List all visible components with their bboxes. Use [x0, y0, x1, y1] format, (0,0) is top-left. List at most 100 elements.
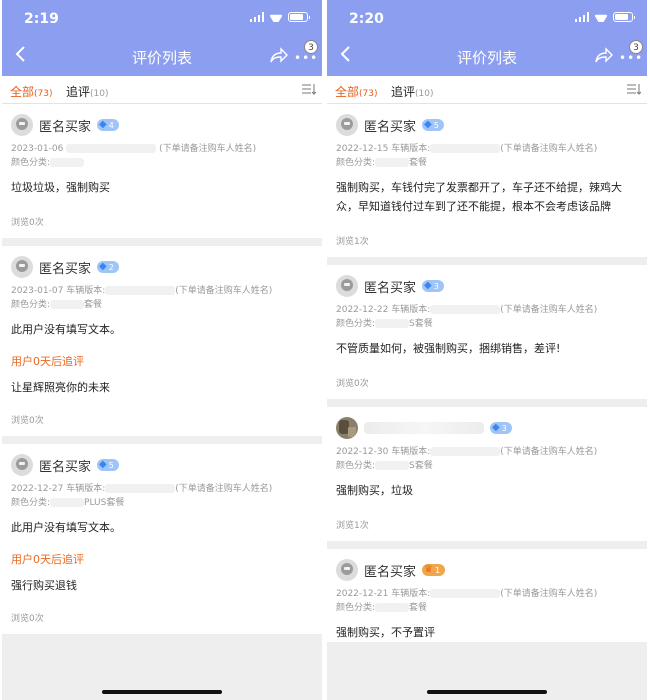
- more-dots: •••: [619, 51, 644, 65]
- sort-icon[interactable]: [627, 84, 642, 95]
- diamond-icon: ◆: [424, 119, 432, 130]
- username: [364, 422, 484, 434]
- more-badge: 3: [304, 40, 318, 54]
- username: 匿名买家: [39, 261, 92, 277]
- review-text: 强制购买，车钱付完了发票都开了，车子还不给提，辣鸡大众，早知道钱付过车到了还不能…: [336, 181, 622, 213]
- wifi-icon: [594, 12, 608, 22]
- view-count: 浏览0次: [336, 379, 369, 389]
- home-indicator: [102, 690, 222, 694]
- clock: 2:20: [349, 11, 384, 27]
- battery-icon: [288, 12, 310, 22]
- view-count: 浏览0次: [11, 416, 44, 426]
- level-badge: ◆ 2: [97, 261, 119, 273]
- follow-up-label: 用户0天后追评: [11, 553, 84, 566]
- level-badge: ◆ 4: [97, 119, 119, 131]
- clock: 2:19: [24, 11, 59, 27]
- share-icon[interactable]: [593, 46, 613, 66]
- review-meta-color: 颜色分类: 套餐: [336, 603, 428, 613]
- more-icon[interactable]: ••• 3: [617, 40, 643, 66]
- review-text: 此用户没有填写文本。: [11, 323, 121, 336]
- view-count: 浏览0次: [11, 614, 44, 624]
- signal-icon: [249, 12, 264, 22]
- signal-icon: [574, 12, 589, 22]
- review-list: 匿名买家 ◆ 5 2022-12-15 车辆版本: (下单请备注购车人姓名) 颜色分…: [327, 104, 647, 650]
- follow-up-text: 强行购买退钱: [11, 579, 77, 592]
- review-meta-color: 颜色分类: PLUS套餐: [11, 498, 125, 508]
- review-text: 垃圾垃圾，强制购买: [11, 181, 110, 194]
- sort-icon[interactable]: [302, 84, 317, 95]
- avatar: [336, 417, 358, 439]
- username: 匿名买家: [364, 280, 417, 296]
- level-badge: ◆ 3: [422, 280, 444, 292]
- avatar: [11, 256, 33, 278]
- username: 匿名买家: [39, 119, 92, 135]
- view-count: 浏览1次: [336, 521, 369, 531]
- follow-up-text: 让星辉照亮你的未来: [11, 381, 110, 394]
- level-badge: ◆ 5: [97, 459, 119, 471]
- review-list: 匿名买家 ◆ 4 2023-01-06 (下单请备注购车人姓名) 颜色分类: 垃圾…: [2, 104, 322, 642]
- review-card[interactable]: 匿名买家 ♛ 1 2022-12-21 车辆版本: (下单请备注购车人姓名) 颜色分…: [327, 549, 647, 642]
- status-bar: 2:19: [2, 0, 322, 36]
- review-meta-color: 颜色分类: 套餐: [336, 158, 428, 168]
- username: 匿名买家: [364, 119, 417, 135]
- avatar: [336, 275, 358, 297]
- review-text: 强制购买，不予置评: [336, 626, 435, 639]
- review-meta-color: 颜色分类: S套餐: [336, 461, 433, 471]
- view-count: 浏览0次: [11, 218, 44, 228]
- diamond-icon: ◆: [99, 119, 107, 130]
- filter-tabs: 全部(73) 追评(10): [327, 76, 647, 104]
- crown-icon: ♛: [424, 564, 433, 575]
- filter-tabs: 全部(73) 追评(10): [2, 76, 322, 104]
- screen-left: 2:19 评价列表 ••• 3 全部(73) 追评(10) 匿名买家 ◆ 4 2…: [2, 0, 322, 700]
- view-count: 浏览1次: [336, 237, 369, 247]
- avatar: [11, 454, 33, 476]
- username: 匿名买家: [364, 564, 417, 580]
- more-badge: 3: [629, 40, 643, 54]
- diamond-icon: ◆: [99, 261, 107, 272]
- more-icon[interactable]: ••• 3: [292, 40, 318, 66]
- review-text: 不管质量如何，被强制购买，捆绑销售，差评!: [336, 342, 561, 355]
- review-meta-version: 2022-12-21 车辆版本: (下单请备注购车人姓名): [336, 589, 598, 599]
- review-card[interactable]: ◆ 3 2022-12-30 车辆版本: (下单请备注购车人姓名) 颜色分类: S套餐…: [327, 407, 647, 541]
- more-dots: •••: [294, 51, 319, 65]
- avatar: [336, 114, 358, 136]
- review-card[interactable]: 匿名买家 ◆ 3 2022-12-22 车辆版本: (下单请备注购车人姓名) 颜色分…: [327, 265, 647, 399]
- screen-right: 2:20 评价列表 ••• 3 全部(73) 追评(10) 匿名买家 ◆ 5 2…: [327, 0, 647, 700]
- share-icon[interactable]: [268, 46, 288, 66]
- home-indicator: [427, 690, 547, 694]
- status-icons: [574, 12, 635, 22]
- review-text: 此用户没有填写文本。: [11, 521, 121, 534]
- diamond-icon: ◆: [424, 280, 432, 291]
- review-meta-version: 2022-12-22 车辆版本: (下单请备注购车人姓名): [336, 305, 598, 315]
- diamond-icon: ◆: [492, 422, 500, 433]
- review-meta-color: 颜色分类:: [11, 156, 313, 170]
- status-icons: [249, 12, 310, 22]
- tab-all[interactable]: 全部(73): [10, 83, 53, 100]
- review-meta-color: 颜色分类: 套餐: [11, 300, 103, 310]
- follow-up-label: 用户0天后追评: [11, 355, 84, 368]
- review-meta-version: 2023-01-06 (下单请备注购车人姓名): [11, 144, 257, 154]
- tab-follow-up[interactable]: 追评(10): [66, 83, 109, 100]
- level-badge: ◆ 5: [422, 119, 444, 131]
- review-meta-version: 2022-12-27 车辆版本: (下单请备注购车人姓名): [11, 484, 273, 494]
- avatar: [336, 559, 358, 581]
- tab-follow-up[interactable]: 追评(10): [391, 83, 434, 100]
- wifi-icon: [269, 12, 283, 22]
- username: 匿名买家: [39, 459, 92, 475]
- diamond-icon: ◆: [99, 459, 107, 470]
- review-card[interactable]: 匿名买家 ◆ 5 2022-12-27 车辆版本: (下单请备注购车人姓名) 颜色分…: [2, 444, 322, 634]
- level-badge: ◆ 3: [490, 422, 512, 434]
- review-card[interactable]: 匿名买家 ◆ 5 2022-12-15 车辆版本: (下单请备注购车人姓名) 颜色分…: [327, 104, 647, 257]
- review-card[interactable]: 匿名买家 ◆ 4 2023-01-06 (下单请备注购车人姓名) 颜色分类: 垃圾…: [2, 104, 322, 238]
- review-card[interactable]: 匿名买家 ◆ 2 2023-01-07 车辆版本: (下单请备注购车人姓名) 颜色分…: [2, 246, 322, 436]
- review-text: 强制购买，垃圾: [336, 484, 413, 497]
- status-bar: 2:20: [327, 0, 647, 36]
- review-meta-version: 2022-12-15 车辆版本: (下单请备注购车人姓名): [336, 144, 598, 154]
- nav-bar: 评价列表 ••• 3: [2, 36, 322, 76]
- level-badge: ♛ 1: [422, 564, 446, 576]
- tab-all[interactable]: 全部(73): [335, 83, 378, 100]
- review-meta-color: 颜色分类: S套餐: [336, 319, 433, 329]
- battery-icon: [613, 12, 635, 22]
- review-meta-version: 2022-12-30 车辆版本: (下单请备注购车人姓名): [336, 447, 598, 457]
- review-meta-version: 2023-01-07 车辆版本: (下单请备注购车人姓名): [11, 286, 273, 296]
